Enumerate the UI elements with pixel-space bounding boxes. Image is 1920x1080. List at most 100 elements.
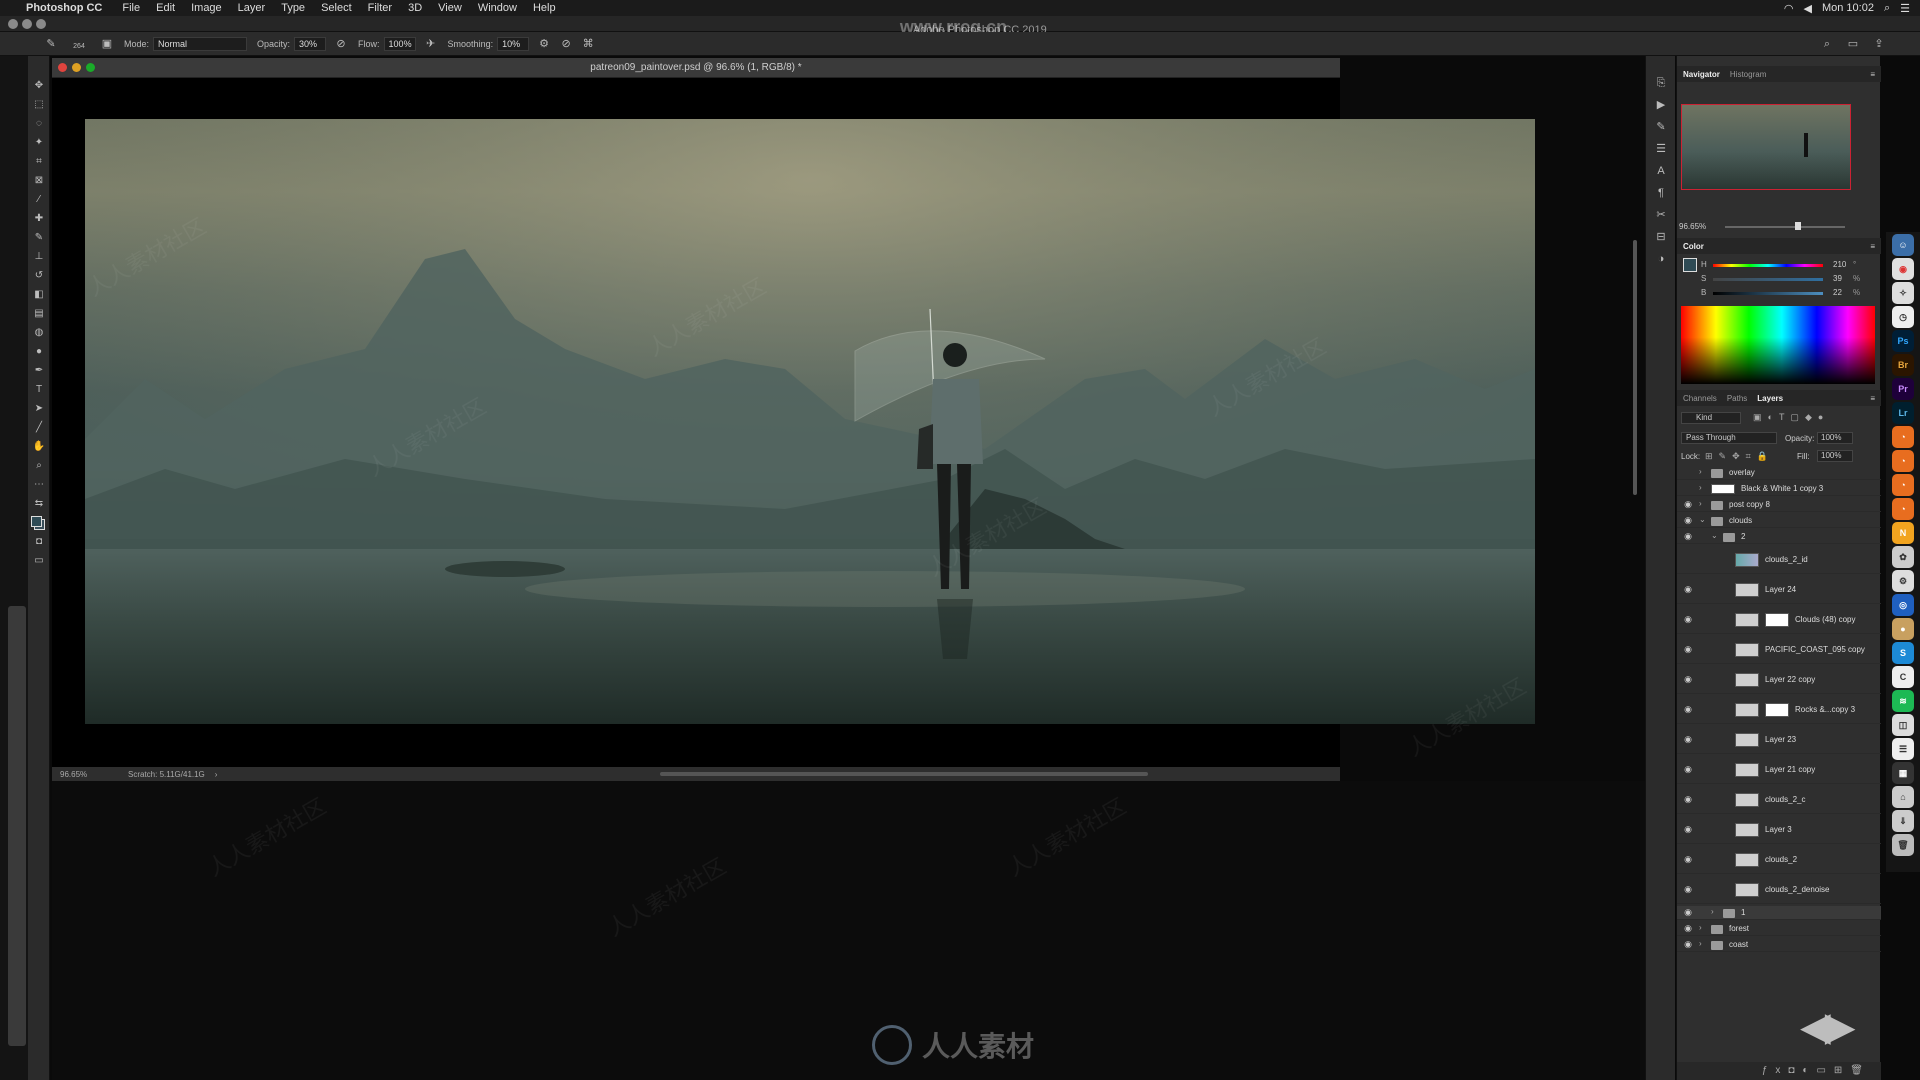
premiere-dock-icon[interactable]: Pr <box>1892 378 1914 400</box>
paragraph-panel-icon[interactable]: ¶ <box>1646 182 1676 204</box>
spotify-icon[interactable]: ≋ <box>1892 690 1914 712</box>
share-icon[interactable]: ⇪ <box>1872 37 1886 51</box>
search-icon[interactable]: ⌕ <box>1884 2 1890 15</box>
layer-row[interactable]: ◉ clouds_2_denoise <box>1677 876 1881 904</box>
layer-opacity-field[interactable]: 100% <box>1817 432 1853 444</box>
layer-row[interactable]: ◉ ⌄ clouds <box>1677 514 1881 528</box>
layer-row[interactable]: ◉ › coast <box>1677 938 1881 952</box>
group-expand-chevron-icon[interactable]: › <box>1699 939 1702 948</box>
flow-field[interactable]: 100% <box>383 36 416 51</box>
b-slider[interactable] <box>1713 292 1823 295</box>
lasso-tool-icon[interactable]: ◌ <box>28 114 50 133</box>
document-tab[interactable]: patreon09_paintover.psd @ 96.6% (1, RGB/… <box>52 58 1340 78</box>
tab-channels[interactable]: Channels <box>1683 394 1717 403</box>
group-expand-chevron-icon[interactable]: ⌄ <box>1711 531 1718 540</box>
crop-tool-icon[interactable]: ⌗ <box>28 152 50 171</box>
visibility-eye-icon[interactable]: ◉ <box>1683 531 1693 542</box>
tool-presets-icon[interactable]: ✂ <box>1646 204 1676 226</box>
search-icon[interactable]: ⌕ <box>1820 37 1834 51</box>
menu-layer[interactable]: Layer <box>238 2 266 14</box>
menu-edit[interactable]: Edit <box>156 2 175 14</box>
layer-row[interactable]: ◉ Layer 24 <box>1677 576 1881 604</box>
brush-settings-panel-icon[interactable]: ✎ <box>1646 116 1676 138</box>
group-expand-chevron-icon[interactable]: ⌄ <box>1699 515 1706 524</box>
downloads-icon[interactable]: ⇓ <box>1892 810 1914 832</box>
volume-icon[interactable]: ◀ <box>1804 2 1812 15</box>
brush-settings-icon[interactable]: ▣ <box>100 37 114 51</box>
menu-window[interactable]: Window <box>478 2 517 14</box>
visibility-eye-icon[interactable]: ◉ <box>1683 824 1693 835</box>
layer-row[interactable]: ◉ Layer 3 <box>1677 816 1881 844</box>
preview-icon[interactable]: ◫ <box>1892 714 1914 736</box>
screen-mode-icon[interactable]: ▭ <box>28 551 50 570</box>
tab-histogram[interactable]: Histogram <box>1730 70 1766 79</box>
skype-icon[interactable]: S <box>1892 642 1914 664</box>
clone-stamp-tool-icon[interactable]: ⊥ <box>28 247 50 266</box>
app-menu[interactable]: Photoshop CC <box>26 2 102 14</box>
visibility-eye-icon[interactable]: ◉ <box>1683 515 1693 526</box>
pressure-size-icon[interactable]: ⊘ <box>559 37 573 51</box>
utility-icon[interactable]: ✿ <box>1892 546 1914 568</box>
layer-row[interactable]: › Black & White 1 copy 3 <box>1677 482 1881 496</box>
navigator-thumbnail[interactable] <box>1681 104 1851 190</box>
canvas-vertical-scrollbar[interactable] <box>1633 240 1637 495</box>
fill-field[interactable]: 100% <box>1817 450 1853 462</box>
visibility-eye-icon[interactable]: ◉ <box>1683 584 1693 595</box>
move-tool-icon[interactable]: ✥ <box>28 76 50 95</box>
history-panel-icon[interactable]: ⎘ <box>1646 72 1676 94</box>
layer-row[interactable]: ◉ › forest <box>1677 922 1881 936</box>
layer-mask-thumbnail[interactable] <box>1765 703 1789 717</box>
line-tool-icon[interactable]: ╱ <box>28 418 50 437</box>
workspace-icon[interactable]: ▭ <box>1846 37 1860 51</box>
b-value[interactable]: 22 <box>1833 288 1842 297</box>
app-globe-icon[interactable]: ◎ <box>1892 594 1914 616</box>
layer-row[interactable]: ◉ Clouds (48) copy <box>1677 606 1881 634</box>
color-menu-icon[interactable]: ≡ <box>1870 242 1875 251</box>
system-preferences-icon[interactable]: ⚙ <box>1892 570 1914 592</box>
app-n-icon[interactable]: N <box>1892 522 1914 544</box>
navigator-menu-icon[interactable]: ≡ <box>1870 70 1875 79</box>
marquee-tool-icon[interactable]: ⬚ <box>28 95 50 114</box>
s-slider[interactable] <box>1713 278 1823 281</box>
color-spectrum[interactable] <box>1681 306 1875 384</box>
layer-row[interactable]: ◉ clouds_2_c <box>1677 786 1881 814</box>
visibility-eye-icon[interactable]: ◉ <box>1683 923 1693 934</box>
visibility-eye-icon[interactable]: ◉ <box>1683 734 1693 745</box>
layer-row[interactable]: ◉ Layer 22 copy <box>1677 666 1881 694</box>
group-expand-chevron-icon[interactable]: › <box>1699 467 1702 476</box>
calculator-icon[interactable]: ▦ <box>1892 762 1914 784</box>
layer-mask-thumbnail[interactable] <box>1765 613 1789 627</box>
blender-alt-icon[interactable]: ◔ <box>1892 450 1914 472</box>
navigator-zoom-slider[interactable] <box>1725 222 1845 230</box>
default-colors-icon[interactable]: ⇆ <box>28 494 50 513</box>
path-selection-tool-icon[interactable]: ➤ <box>28 399 50 418</box>
tab-navigator[interactable]: Navigator <box>1683 70 1720 79</box>
edit-toolbar-icon[interactable]: ⋯ <box>28 475 50 494</box>
properties-panel-icon[interactable]: ⊟ <box>1646 226 1676 248</box>
layer-filter-kind[interactable]: Kind <box>1681 412 1741 424</box>
documents-icon[interactable]: ☰ <box>1892 738 1914 760</box>
foreground-background-swatch[interactable] <box>28 513 50 532</box>
layer-row[interactable]: ◉ › 1 <box>1677 906 1881 920</box>
notification-icon[interactable]: ☰ <box>1900 2 1910 15</box>
actions-panel-icon[interactable]: ▶ <box>1646 94 1676 116</box>
menu-help[interactable]: Help <box>533 2 556 14</box>
navigator-zoom-value[interactable]: 96.65% <box>1679 222 1706 231</box>
photoshop-dock-icon[interactable]: Ps <box>1892 330 1914 352</box>
s-value[interactable]: 39 <box>1833 274 1842 283</box>
layer-row[interactable]: ◉ Rocks &...copy 3 <box>1677 696 1881 724</box>
visibility-eye-icon[interactable]: ◉ <box>1683 704 1693 715</box>
frame-tool-icon[interactable]: ⊠ <box>28 171 50 190</box>
menu-file[interactable]: File <box>122 2 140 14</box>
layer-row[interactable]: ◉ › post copy 8 <box>1677 498 1881 512</box>
layers-footer-icons[interactable]: ƒx◘◐▭⊞🗑 <box>1677 1062 1881 1080</box>
pen-tool-icon[interactable]: ✒ <box>28 361 50 380</box>
bridge-dock-icon[interactable]: Br <box>1892 354 1914 376</box>
history-brush-tool-icon[interactable]: ↺ <box>28 266 50 285</box>
tab-color[interactable]: Color <box>1683 242 1704 251</box>
h-value[interactable]: 210 <box>1833 260 1846 269</box>
blend-mode-select[interactable]: Pass Through <box>1681 432 1777 444</box>
magic-wand-tool-icon[interactable]: ✦ <box>28 133 50 152</box>
hand-tool-icon[interactable]: ✋ <box>28 437 50 456</box>
group-expand-chevron-icon[interactable]: › <box>1699 923 1702 932</box>
